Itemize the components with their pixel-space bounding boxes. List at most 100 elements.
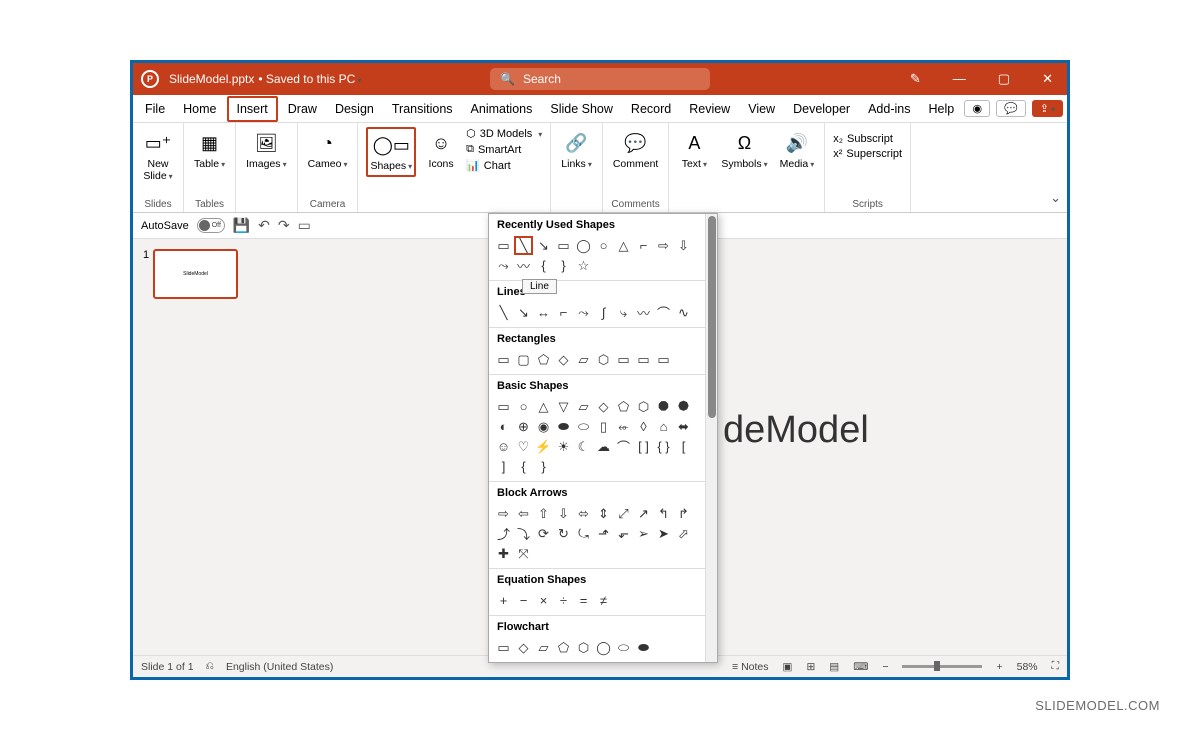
shape-line[interactable]: ╲ [515, 237, 532, 254]
eq-neq[interactable]: ≠ [595, 592, 612, 609]
basic-5[interactable]: ▱ [575, 398, 592, 415]
rect-4[interactable]: ◇ [555, 351, 572, 368]
basic-33[interactable]: } [535, 458, 552, 475]
basic-3[interactable]: △ [535, 398, 552, 415]
smartart-button[interactable]: ⧉SmartArt [466, 143, 542, 156]
basic-24[interactable]: ☀ [555, 438, 572, 455]
line-3[interactable]: ↔ [535, 304, 552, 321]
fc-4[interactable]: ⬠ [555, 639, 572, 656]
reading-view-icon[interactable]: ▤ [829, 661, 839, 673]
icons-button[interactable]: ☺ Icons [424, 127, 458, 173]
rect-6[interactable]: ⬡ [595, 351, 612, 368]
basic-28[interactable]: [ ] [635, 438, 652, 455]
basic-18[interactable]: ◊ [635, 418, 652, 435]
fc-6[interactable]: ◯ [595, 639, 612, 656]
superscript-button[interactable]: x²Superscript [833, 148, 902, 160]
arrow-11[interactable]: ⤴ [495, 525, 512, 542]
chart-button[interactable]: 📊Chart [466, 159, 542, 172]
maximize-button[interactable]: ▢ [992, 71, 1016, 87]
table-button[interactable]: ▦ Table [192, 127, 227, 173]
minimize-button[interactable]: — [947, 71, 972, 87]
basic-14[interactable]: ⬬ [555, 418, 572, 435]
arrow-3[interactable]: ⇧ [535, 505, 552, 522]
line-7[interactable]: ⤷ [615, 304, 632, 321]
arrow-14[interactable]: ↻ [555, 525, 572, 542]
notes-button[interactable]: ≡ Notes [732, 661, 768, 673]
basic-20[interactable]: ⬌ [675, 418, 692, 435]
accessibility-icon[interactable]: ⎌ [206, 660, 214, 673]
line-6[interactable]: ∫ [595, 304, 612, 321]
basic-26[interactable]: ☁ [595, 438, 612, 455]
arrow-19[interactable]: ➤ [655, 525, 672, 542]
tab-design[interactable]: Design [327, 98, 382, 120]
search-box[interactable]: 🔍 Search [490, 68, 710, 90]
line-4[interactable]: ⌐ [555, 304, 572, 321]
zoom-level[interactable]: 58% [1017, 661, 1038, 673]
shape-textbox[interactable]: ▭ [495, 237, 512, 254]
basic-6[interactable]: ◇ [595, 398, 612, 415]
line-2[interactable]: ↘ [515, 304, 532, 321]
fc-8[interactable]: ⬬ [635, 639, 652, 656]
eq-eq[interactable]: = [575, 592, 592, 609]
fc-5[interactable]: ⬡ [575, 639, 592, 656]
rect-1[interactable]: ▭ [495, 351, 512, 368]
basic-31[interactable]: ] [495, 458, 512, 475]
shape-freeform[interactable]: 〰 [515, 257, 532, 274]
arrow-15[interactable]: ⤿ [575, 525, 592, 542]
close-button[interactable]: ✕ [1036, 71, 1059, 87]
media-button[interactable]: 🔊 Media [778, 127, 817, 173]
eq-div[interactable]: ÷ [555, 592, 572, 609]
shapes-button[interactable]: ◯▭ Shapes [366, 127, 416, 177]
saved-status[interactable]: • Saved to this PC [258, 72, 361, 86]
language-status[interactable]: English (United States) [226, 661, 333, 673]
tab-help[interactable]: Help [920, 98, 962, 120]
basic-27[interactable]: ⌒ [615, 438, 632, 455]
arrow-21[interactable]: ✚ [495, 545, 512, 562]
basic-4[interactable]: ▽ [555, 398, 572, 415]
rect-3[interactable]: ⬠ [535, 351, 552, 368]
basic-13[interactable]: ◉ [535, 418, 552, 435]
basic-8[interactable]: ⬡ [635, 398, 652, 415]
arrow-2[interactable]: ⇦ [515, 505, 532, 522]
fc-1[interactable]: ▭ [495, 639, 512, 656]
basic-15[interactable]: ⬭ [575, 418, 592, 435]
basic-30[interactable]: [ [675, 438, 692, 455]
rect-8[interactable]: ▭ [635, 351, 652, 368]
new-slide-button[interactable]: ▭⁺ New Slide [141, 127, 175, 184]
tab-home[interactable]: Home [175, 98, 224, 120]
sorter-view-icon[interactable]: ⊞ [806, 661, 815, 673]
arrow-1[interactable]: ⇨ [495, 505, 512, 522]
basic-16[interactable]: ▯ [595, 418, 612, 435]
slideshow-quick-icon[interactable]: ▭ [298, 217, 311, 234]
zoom-slider[interactable] [902, 665, 982, 668]
basic-29[interactable]: { } [655, 438, 672, 455]
basic-19[interactable]: ⌂ [655, 418, 672, 435]
shape-connector[interactable]: ⌐ [635, 237, 652, 254]
slide-canvas[interactable]: deModel Recently Used Shapes ▭ ╲ ↘ ▭ ◯ ○… [263, 239, 1067, 655]
dropdown-scrollbar[interactable] [705, 214, 717, 662]
shape-star[interactable]: ☆ [575, 257, 592, 274]
basic-23[interactable]: ⚡ [535, 438, 552, 455]
arrow-22[interactable]: ⤧ [515, 545, 532, 562]
fit-to-window-icon[interactable]: ⛶ [1052, 660, 1059, 673]
arrow-10[interactable]: ↱ [675, 505, 692, 522]
share-button[interactable]: ⇪ [1032, 100, 1063, 117]
slide-counter[interactable]: Slide 1 of 1 [141, 661, 194, 673]
arrow-13[interactable]: ⟳ [535, 525, 552, 542]
text-button[interactable]: A Text [677, 127, 711, 173]
rect-7[interactable]: ▭ [615, 351, 632, 368]
shape-rectangle[interactable]: ▭ [555, 237, 572, 254]
collapse-ribbon-icon[interactable]: ⌄ [1050, 190, 1061, 206]
tab-addins[interactable]: Add-ins [860, 98, 918, 120]
line-1[interactable]: ╲ [495, 304, 512, 321]
basic-9[interactable]: ⯃ [655, 398, 672, 415]
undo-icon[interactable]: ↶ [258, 217, 270, 234]
arrow-20[interactable]: ⬀ [675, 525, 692, 542]
tab-insert[interactable]: Insert [227, 96, 278, 122]
tab-draw[interactable]: Draw [280, 98, 325, 120]
3d-models-button[interactable]: ⬡3D Models [466, 127, 542, 140]
tab-view[interactable]: View [740, 98, 783, 120]
autosave-toggle[interactable]: Off [197, 218, 225, 233]
basic-1[interactable]: ▭ [495, 398, 512, 415]
tab-record[interactable]: Record [623, 98, 679, 120]
